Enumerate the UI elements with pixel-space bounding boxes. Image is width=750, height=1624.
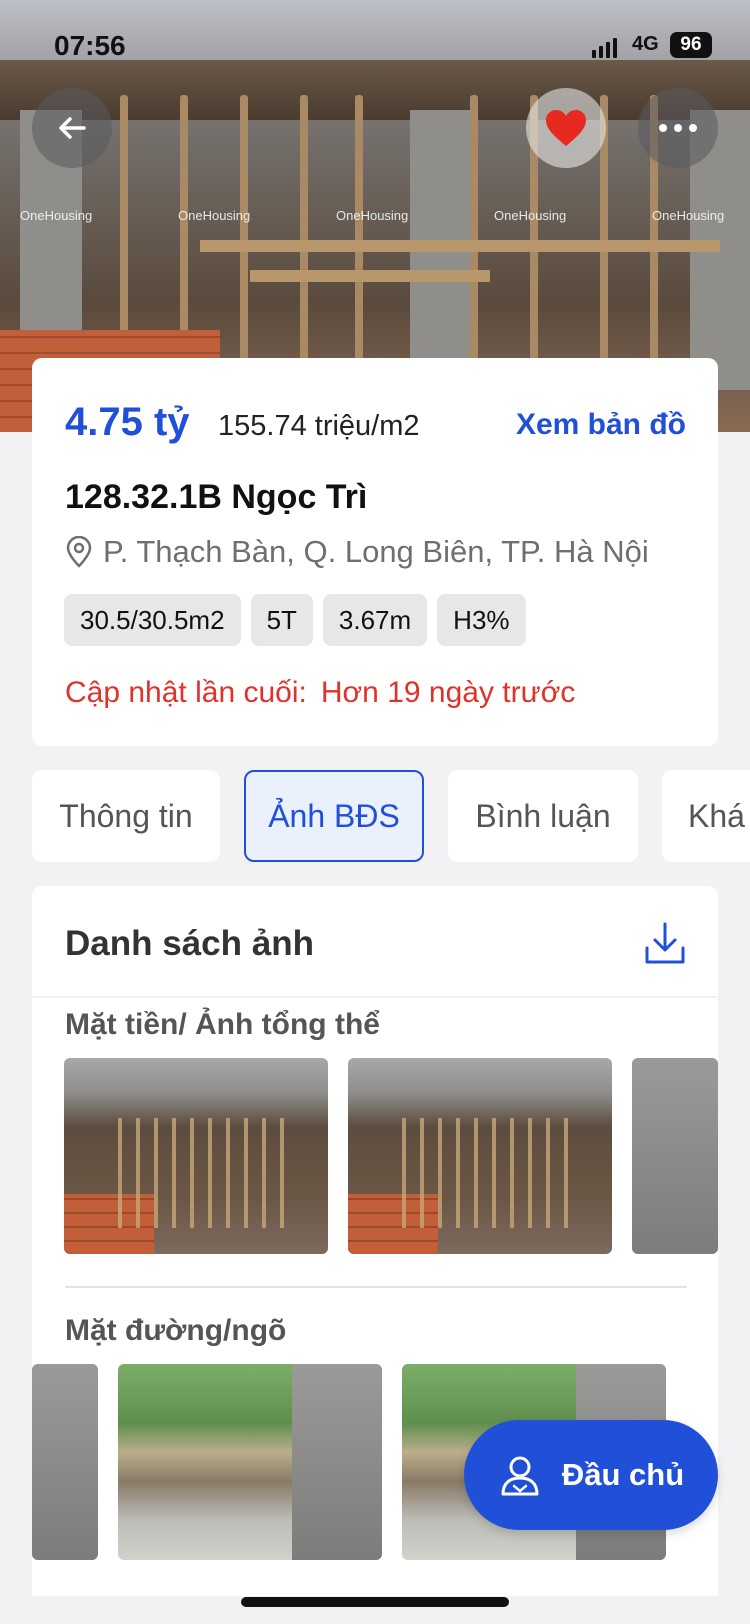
watermark: OneHousing: [494, 208, 567, 223]
tab-comments[interactable]: Bình luận: [448, 770, 638, 862]
download-icon[interactable]: [644, 920, 686, 966]
location-text: P. Thạch Bàn, Q. Long Biên, TP. Hà Nội: [103, 534, 649, 569]
property-tags: 30.5/30.5m2 5T 3.67m H3%: [64, 594, 526, 646]
listing-location: P. Thạch Bàn, Q. Long Biên, TP. Hà Nội: [65, 534, 649, 570]
watermark: OneHousing: [336, 208, 409, 223]
photo-thumbnail[interactable]: [32, 1364, 98, 1560]
hero-beam: [200, 240, 720, 252]
watermark: OneHousing: [20, 208, 93, 223]
last-updated-label: Cập nhật lần cuối:: [65, 676, 307, 709]
watermark: OneHousing: [178, 208, 251, 223]
photo-list-header: Danh sách ảnh: [32, 886, 718, 998]
detail-tabs: Thông tin Ảnh BĐS Bình luận Khá: [32, 770, 750, 862]
heart-icon: [546, 110, 586, 146]
back-arrow-icon: [59, 117, 86, 139]
view-map-link[interactable]: Xem bản đồ: [516, 408, 686, 442]
tag-rate: H3%: [437, 594, 526, 646]
back-button[interactable]: [32, 88, 112, 168]
listing-address: 128.32.1B Ngọc Trì: [65, 478, 368, 516]
listing-price: 4.75 tỷ: [65, 400, 190, 444]
battery-icon: 96: [670, 32, 712, 58]
tab-info[interactable]: Thông tin: [32, 770, 220, 862]
owner-contact-button[interactable]: Đầu chủ: [464, 1420, 718, 1530]
photo-group-street: Mặt đường/ngõ: [65, 1314, 287, 1347]
tag-floors: 5T: [250, 594, 313, 646]
hero-beam: [250, 270, 490, 282]
more-button[interactable]: [638, 88, 718, 168]
location-pin-icon: [66, 536, 92, 568]
tab-other[interactable]: Khá: [662, 770, 750, 862]
photo-group-facade: Mặt tiền/ Ảnh tổng thể: [65, 1008, 380, 1041]
last-updated-value: Hơn 19 ngày trước: [320, 676, 576, 709]
photo-list-title: Danh sách ảnh: [65, 924, 314, 963]
photo-thumbnail[interactable]: [632, 1058, 718, 1254]
network-type: 4G: [632, 33, 659, 55]
status-time: 07:56: [54, 30, 126, 61]
person-icon: [501, 1456, 539, 1496]
photo-thumbnail[interactable]: [64, 1058, 328, 1254]
section-divider: [65, 1286, 687, 1288]
favorite-button[interactable]: [526, 88, 606, 168]
tag-frontage: 3.67m: [322, 594, 428, 646]
tab-photos[interactable]: Ảnh BĐS: [244, 770, 424, 862]
owner-button-label: Đầu chủ: [561, 1457, 685, 1492]
status-bar: 07:56 4G 96: [0, 0, 750, 90]
home-indicator: [241, 1597, 509, 1607]
more-dots-icon: [659, 124, 697, 132]
photo-thumbnail[interactable]: [348, 1058, 612, 1254]
watermark: OneHousing: [652, 208, 725, 223]
listing-card: 4.75 tỷ 155.74 triệu/m2 Xem bản đồ 128.3…: [32, 358, 718, 746]
unit-price: 155.74 triệu/m2: [218, 410, 420, 442]
tag-area: 30.5/30.5m2: [64, 594, 241, 646]
signal-icon: [592, 36, 617, 58]
photo-thumbnail[interactable]: [118, 1364, 382, 1560]
last-updated: Cập nhật lần cuối: Hơn 19 ngày trước: [65, 676, 575, 710]
